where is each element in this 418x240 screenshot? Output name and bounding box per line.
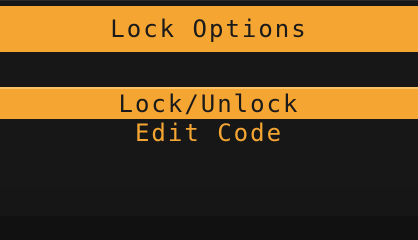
lcd-screen: Lock Options Lock/Unlock Edit Code bbox=[0, 0, 418, 216]
menu-item-lock-unlock[interactable]: Lock/Unlock bbox=[0, 87, 418, 119]
footer-band bbox=[0, 187, 418, 216]
menu-item-edit-code[interactable]: Edit Code bbox=[0, 117, 418, 149]
title-bar: Lock Options bbox=[0, 6, 418, 52]
page-title: Lock Options bbox=[110, 15, 308, 43]
